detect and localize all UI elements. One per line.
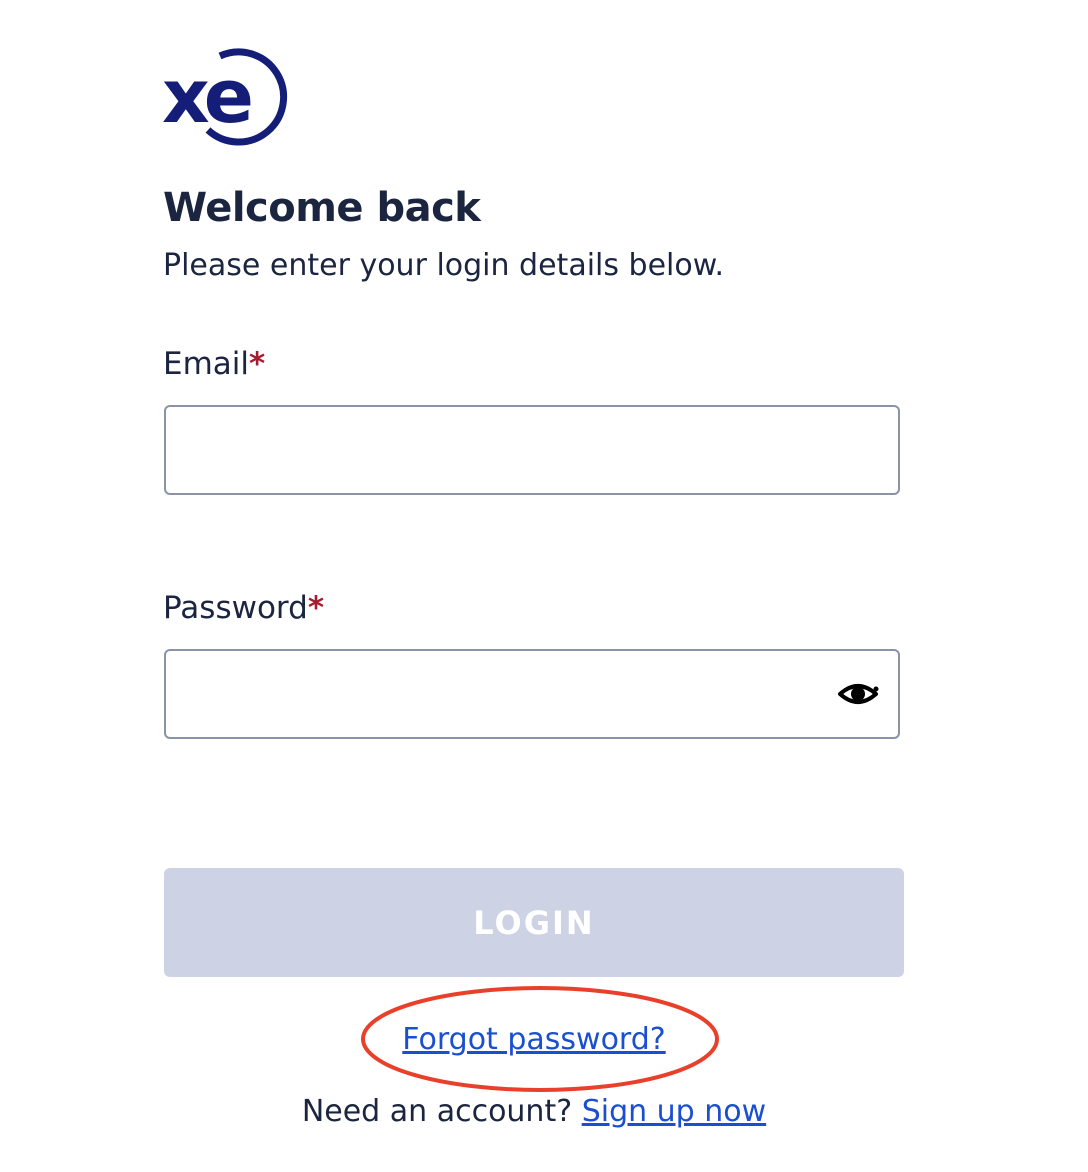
forgot-password-row: Forgot password? bbox=[0, 1020, 1068, 1060]
required-asterisk: * bbox=[307, 590, 325, 626]
eye-icon[interactable] bbox=[834, 676, 882, 712]
signup-row: Need an account? Sign up now bbox=[0, 1092, 1068, 1132]
password-label-text: Password bbox=[163, 590, 308, 626]
password-label: Password* bbox=[163, 588, 324, 628]
sign-up-link[interactable]: Sign up now bbox=[582, 1094, 766, 1129]
forgot-password-link[interactable]: Forgot password? bbox=[402, 1022, 665, 1057]
svg-text:xe: xe bbox=[162, 54, 251, 140]
need-account-text: Need an account? bbox=[301, 1094, 573, 1129]
required-asterisk: * bbox=[249, 346, 266, 382]
email-field[interactable] bbox=[164, 405, 900, 495]
xe-logo: xe bbox=[162, 48, 288, 146]
email-label-text: Email bbox=[163, 346, 250, 382]
email-label: Email* bbox=[163, 344, 265, 384]
password-field[interactable] bbox=[164, 649, 900, 739]
login-button[interactable]: LOGIN bbox=[164, 868, 904, 977]
page-subtitle: Please enter your login details below. bbox=[163, 248, 725, 283]
page-title: Welcome back bbox=[163, 185, 481, 231]
